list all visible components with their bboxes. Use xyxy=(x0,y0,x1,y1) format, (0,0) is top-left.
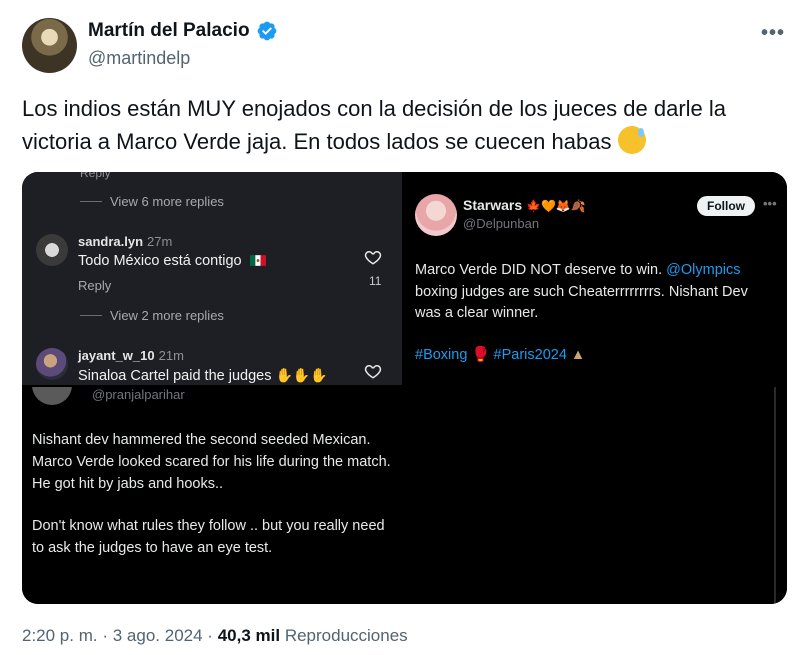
heart-icon-2 xyxy=(364,364,382,379)
grinning-sweat-emoji-icon xyxy=(617,126,646,154)
pranjal-avatar xyxy=(32,387,72,405)
view-count: 40,3 mil xyxy=(217,626,281,645)
pranjal-text: Nishant dev hammered the second seeded M… xyxy=(32,430,392,560)
sandra-avatar xyxy=(36,234,68,266)
starwars-name: Starwars 🍁🧡🦊🍂 xyxy=(463,197,586,213)
media-grid[interactable]: Reply View 6 more replies sandra.lyn 27m … xyxy=(22,172,787,604)
view-more-replies-2: View 2 more replies xyxy=(80,308,224,323)
media-dark-image[interactable] xyxy=(405,387,787,604)
starwars-avatar xyxy=(415,194,457,236)
author-name-row: Martín del Palacio xyxy=(88,20,278,42)
tweet-meta: 2:20 p. m. · 3 ago. 2024 · 40,3 mil Repr… xyxy=(22,626,408,645)
heart-icon xyxy=(364,250,382,265)
author-name[interactable]: Martín del Palacio xyxy=(88,20,250,42)
tweet-text: Los indios están MUY enojados con la dec… xyxy=(22,92,792,158)
like-count-sandra: 11 xyxy=(369,274,382,288)
starwars-handle: @Delpunban xyxy=(463,216,540,231)
verified-badge-icon xyxy=(257,21,276,41)
author-handle[interactable]: @martindelp xyxy=(88,48,190,69)
media-starwars-post[interactable]: Starwars 🍁🧡🦊🍂 @Delpunban Follow ••• Marc… xyxy=(405,172,787,385)
clapping-hands-icon: ✋✋✋ xyxy=(275,367,328,383)
tweet-time[interactable]: 2:20 p. m. xyxy=(22,626,98,645)
mexico-flag-icon xyxy=(249,255,266,266)
tweet-date[interactable]: 3 ago. 2024 xyxy=(113,626,203,645)
view-more-replies-1: View 6 more replies xyxy=(80,194,224,209)
author-avatar[interactable] xyxy=(22,18,77,73)
olympics-mention: @Olympics xyxy=(666,262,741,278)
image-edge xyxy=(774,387,776,604)
comment-text-sandra: Todo México está contigo xyxy=(78,253,266,269)
jayant-avatar xyxy=(36,348,68,380)
boxing-icon: 🥊 xyxy=(471,347,490,363)
pranjal-line-2: Marco Verde looked scared for his life d… xyxy=(32,453,391,492)
eiffel-tower-icon: ▲ xyxy=(570,347,586,363)
follow-button: Follow xyxy=(697,196,755,216)
starwars-hashtags: #Boxing 🥊 #Paris2024 ▲ xyxy=(415,347,586,363)
reply-link-top: Reply xyxy=(80,172,111,180)
media-instagram-comments[interactable]: Reply View 6 more replies sandra.lyn 27m … xyxy=(22,172,402,385)
starwars-text: Marco Verde DID NOT deserve to win. @Oly… xyxy=(415,262,748,321)
pranjal-line-1: Nishant dev hammered the second seeded M… xyxy=(32,432,371,448)
reply-link-sandra: Reply xyxy=(78,278,112,293)
media-pranjal-post[interactable]: @pranjalparihar Nishant dev hammered the… xyxy=(22,387,402,604)
more-options-icon[interactable]: ••• xyxy=(761,22,785,45)
comment-user-sandra: sandra.lyn 27m xyxy=(78,234,173,249)
pranjal-handle: @pranjalparihar xyxy=(92,387,185,402)
comment-text-jayant: Sinaloa Cartel paid the judges ✋✋✋ xyxy=(78,367,328,384)
views-label: Reproducciones xyxy=(284,626,408,645)
starwars-more-icon: ••• xyxy=(763,196,777,211)
name-emojis: 🍁🧡🦊🍂 xyxy=(526,199,586,213)
comment-user-jayant: jayant_w_10 21m xyxy=(78,348,184,363)
pranjal-line-3: Don't know what rules they follow .. but… xyxy=(32,518,385,557)
